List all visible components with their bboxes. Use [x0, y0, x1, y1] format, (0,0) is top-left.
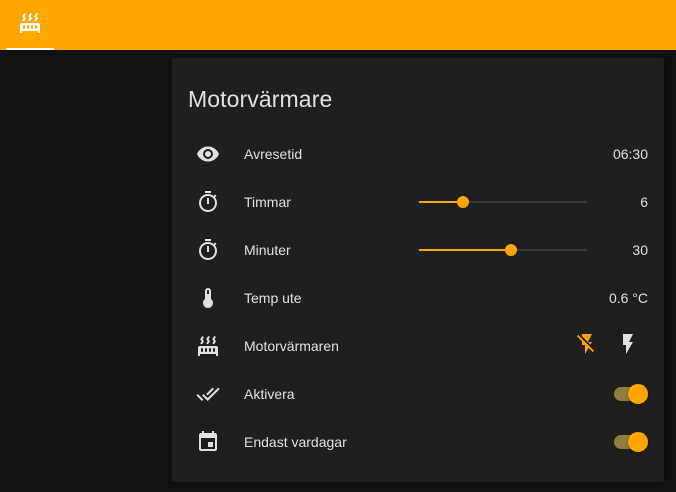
- endast-vardagar-toggle[interactable]: [612, 432, 648, 452]
- thermometer-icon: [196, 286, 220, 310]
- radiator-icon: [196, 334, 220, 358]
- row-label: Temp ute: [244, 290, 302, 306]
- row-value: 30: [632, 242, 648, 258]
- row-label: Motorvärmaren: [244, 338, 339, 354]
- row-timmar: Timmar 6: [188, 182, 648, 222]
- flash-icon: [616, 332, 640, 361]
- row-label: Aktivera: [244, 386, 295, 402]
- minuter-slider[interactable]: [419, 244, 587, 256]
- row-aktivera: Aktivera: [188, 374, 648, 414]
- row-endast-vardagar: Endast vardagar: [188, 422, 648, 462]
- row-motorvarmaren: Motorvärmaren: [188, 326, 648, 366]
- aktivera-toggle[interactable]: [612, 384, 648, 404]
- eye-icon: [196, 142, 220, 166]
- tab-radiator[interactable]: [6, 0, 54, 50]
- top-bar: [0, 0, 676, 50]
- timmar-slider[interactable]: [419, 196, 587, 208]
- calendar-icon: [196, 430, 220, 454]
- toggle-thumb[interactable]: [628, 432, 648, 452]
- row-temp-ute[interactable]: Temp ute 0.6 °C: [188, 278, 648, 318]
- card-title: Motorvärmare: [188, 86, 333, 112]
- active-tab-indicator: [6, 48, 54, 50]
- row-label: Timmar: [244, 194, 291, 210]
- turn-off-button[interactable]: [575, 332, 599, 361]
- row-value: 06:30: [612, 146, 648, 162]
- slider-knob[interactable]: [456, 196, 469, 208]
- toggle-thumb[interactable]: [628, 384, 648, 404]
- row-value: 0.6 °C: [608, 290, 648, 306]
- row-value: 6: [640, 194, 648, 210]
- timer-icon: [196, 190, 220, 214]
- flash-off-icon: [575, 332, 599, 361]
- radiator-icon: [18, 11, 42, 40]
- row-label: Endast vardagar: [244, 434, 347, 450]
- slider-fill: [419, 249, 512, 251]
- row-label: Avresetid: [244, 146, 303, 162]
- turn-on-button[interactable]: [616, 332, 640, 361]
- motorvarmare-card: Motorvärmare Avresetid 06:30 Timmar 6 Mi…: [172, 58, 664, 482]
- row-avresetid[interactable]: Avresetid 06:30: [188, 134, 648, 174]
- check-icon: [196, 382, 220, 406]
- row-label: Minuter: [244, 242, 291, 258]
- slider-knob[interactable]: [505, 244, 518, 256]
- row-minuter: Minuter 30: [188, 230, 648, 270]
- timer-icon: [196, 238, 220, 262]
